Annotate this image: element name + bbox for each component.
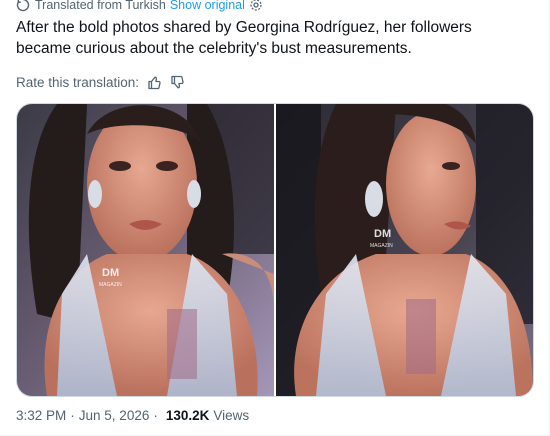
meta-separator-2: ·: [153, 408, 158, 423]
views-label: Views: [213, 408, 250, 423]
photo-right[interactable]: DM MAGAZIN: [276, 104, 533, 396]
thumbs-down-icon[interactable]: [170, 75, 185, 90]
translated-from-label: Translated from Turkish: [35, 0, 166, 12]
media-grid: DM MAGAZIN DM MAGAZIN: [16, 103, 534, 397]
translate-icon: [16, 0, 30, 12]
tweet-date[interactable]: Jun 5, 2026: [79, 408, 150, 423]
gear-icon[interactable]: [249, 0, 263, 12]
rate-translation-label: Rate this translation:: [16, 74, 140, 90]
watermark-mark-left: DM: [102, 267, 119, 279]
watermark-mark-right: DM: [374, 228, 391, 240]
tweet-detail: Translated from Turkish Show original Af…: [0, 0, 550, 436]
watermark-text-right: MAGAZIN: [370, 243, 393, 249]
translation-notice: Translated from Turkish Show original: [16, 0, 263, 13]
views-count[interactable]: 130.2K: [166, 408, 210, 423]
meta-separator: ·: [70, 408, 75, 423]
tweet-time[interactable]: 3:32 PM: [16, 408, 66, 423]
thumbs-up-icon[interactable]: [147, 75, 162, 90]
rate-translation: Rate this translation:: [16, 73, 185, 91]
watermark-text-left: MAGAZIN: [99, 282, 122, 288]
show-original-link[interactable]: Show original: [170, 0, 245, 12]
photo-left[interactable]: DM MAGAZIN: [17, 104, 274, 396]
tweet-meta: 3:32 PM · Jun 5, 2026 · 130.2K Views: [16, 408, 249, 423]
tweet-text: After the bold photos shared by Georgina…: [16, 19, 472, 57]
